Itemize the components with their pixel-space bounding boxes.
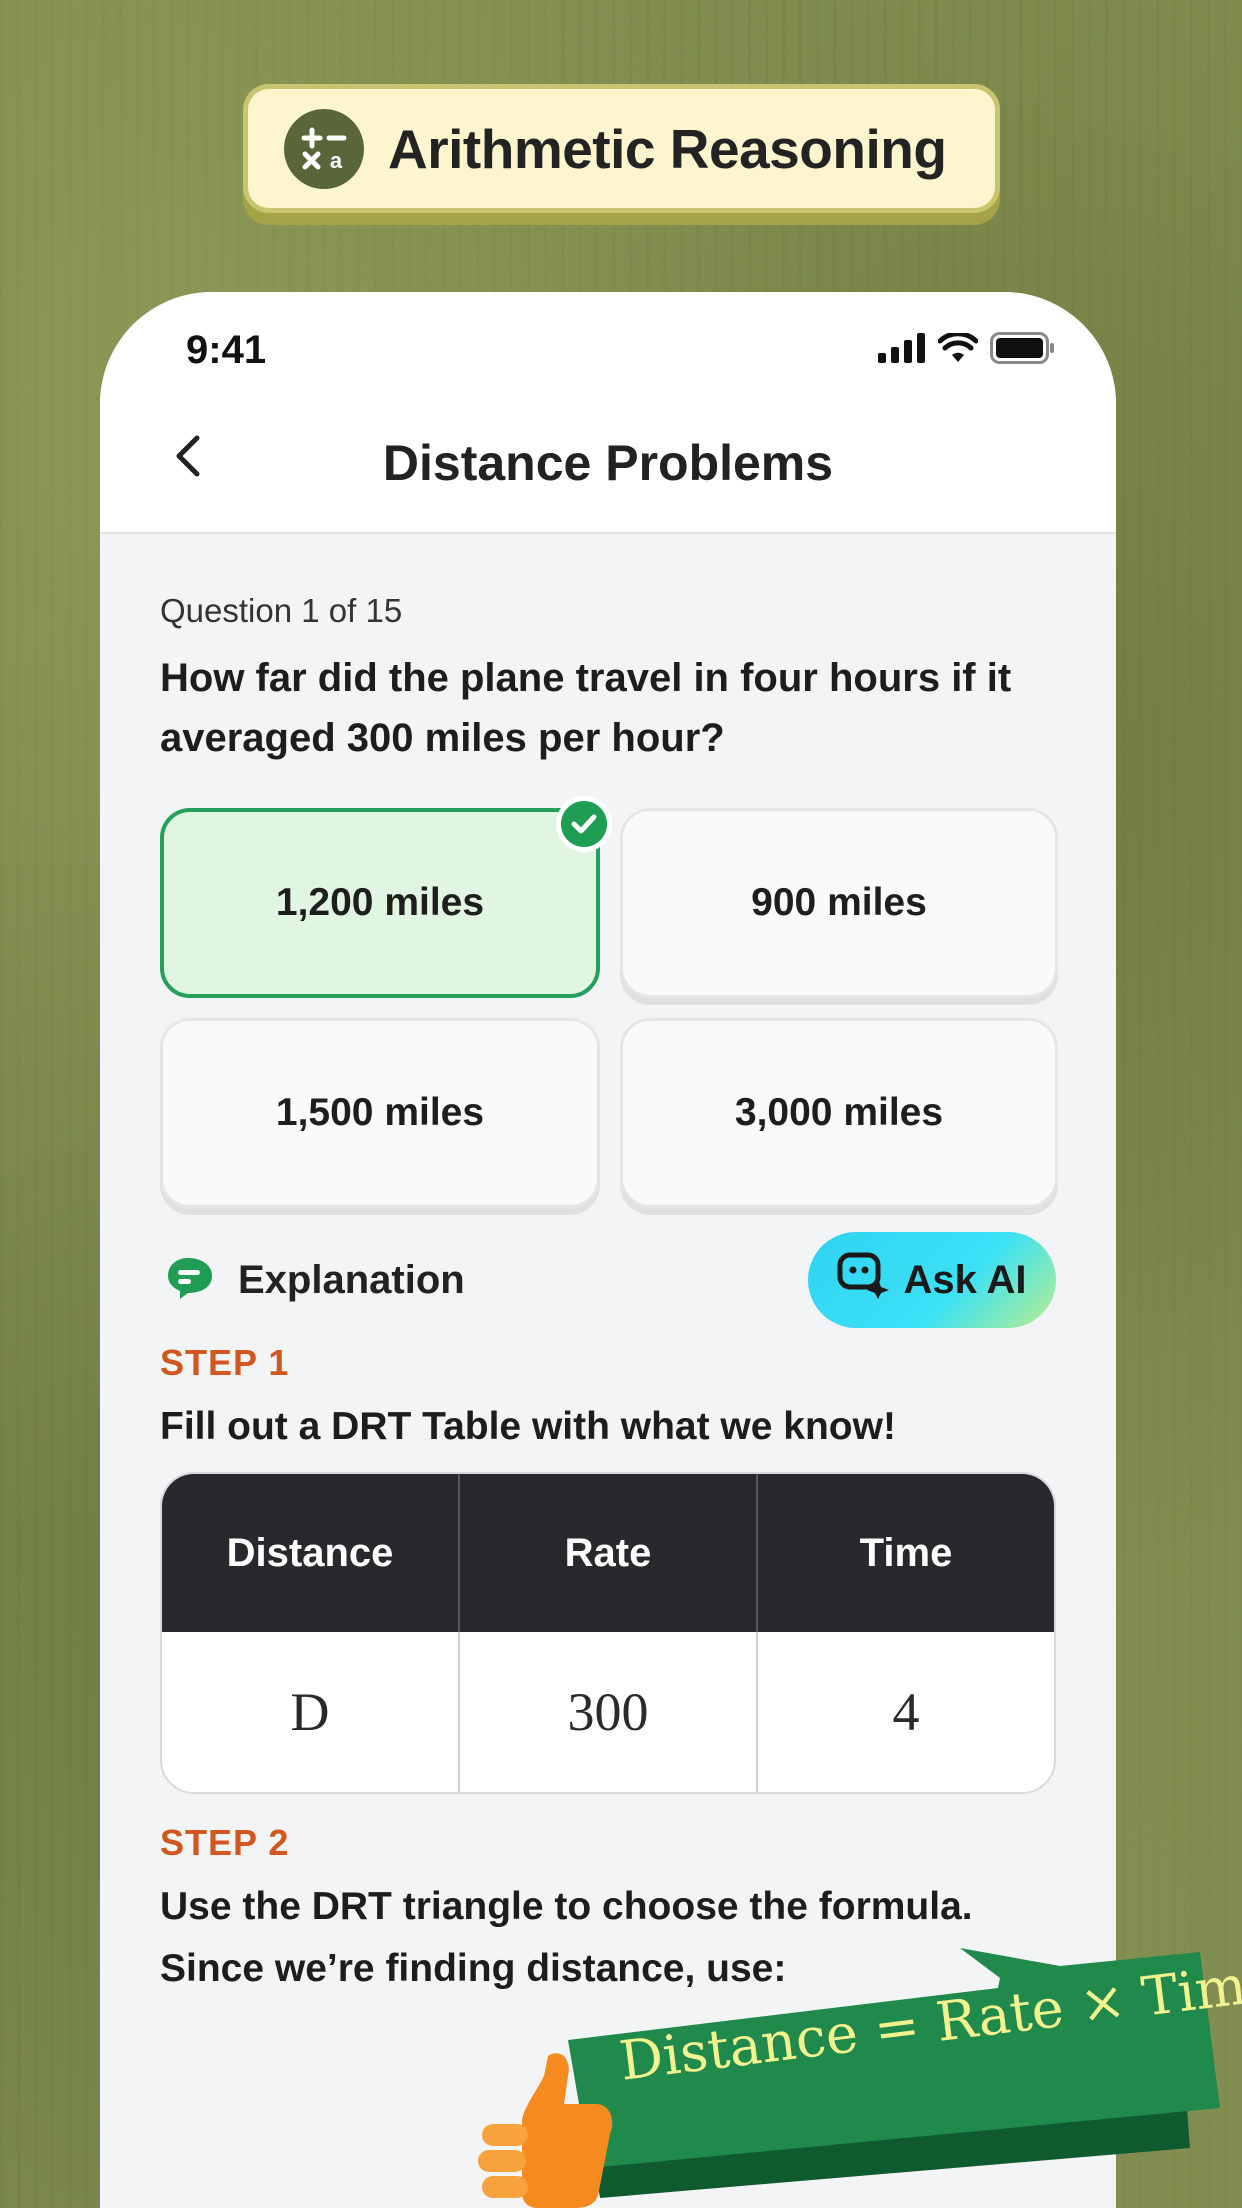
step-1-text: Fill out a DRT Table with what we know! [160, 1405, 896, 1448]
page-title: Distance Problems [382, 435, 834, 491]
category-badge: a Arithmetic Reasoning [243, 84, 1000, 213]
drt-header-time: Time [756, 1474, 1054, 1632]
category-title: Arithmetic Reasoning [388, 117, 947, 180]
app-header: 9:41 Distance Problems [100, 292, 1116, 534]
chat-bubble-icon [166, 1256, 216, 1305]
answer-option[interactable]: 1,500 miles [160, 1018, 600, 1208]
drt-value-rate: 300 [458, 1632, 756, 1792]
thumbs-up-icon [478, 2053, 613, 2208]
ask-ai-label: Ask AI [903, 1257, 1027, 1302]
signal-icon [878, 333, 926, 368]
answer-option-correct[interactable]: 1,200 miles [160, 796, 612, 998]
drt-table-value-row: D 300 4 [162, 1632, 1054, 1792]
answer-label: 1,200 miles [275, 881, 485, 924]
drt-table: Distance Rate Time D 300 4 [160, 1472, 1056, 1794]
answer-option[interactable]: 900 miles [620, 808, 1058, 998]
answer-option[interactable]: 3,000 miles [620, 1018, 1058, 1208]
answer-label: 3,000 miles [734, 1091, 944, 1134]
answer-grid: 1,200 miles 900 miles 1,500 miles 3,000 … [160, 796, 1058, 1208]
step-2-label: STEP 2 [160, 1822, 290, 1863]
drt-header-rate: Rate [458, 1474, 756, 1632]
explanation-label: Explanation [238, 1257, 465, 1302]
explanation-header: Explanation Ask AI [160, 1232, 1056, 1328]
question-content: Question 1 of 15 How far did the plane t… [160, 592, 1058, 2000]
drt-table-header-row: Distance Rate Time [162, 1474, 1054, 1632]
status-icons [878, 331, 1056, 369]
wifi-icon [937, 331, 979, 368]
battery-icon [990, 332, 1056, 369]
explanation-title: Explanation [160, 1256, 465, 1305]
status-time: 9:41 [186, 328, 267, 372]
svg-text:a: a [330, 148, 343, 173]
math-operators-icon: a [284, 108, 364, 189]
question-counter: Question 1 of 15 [160, 592, 403, 629]
step-1-label: STEP 1 [160, 1342, 290, 1383]
ask-ai-button[interactable]: Ask AI [808, 1232, 1056, 1328]
ai-bot-icon [837, 1251, 890, 1309]
drt-header-distance: Distance [162, 1474, 458, 1632]
answer-label: 900 miles [751, 881, 927, 924]
phone-screen: 9:41 Distance Problems Question 1 of 15 … [100, 292, 1116, 2208]
drt-value-time: 4 [756, 1632, 1054, 1792]
question-text: How far did the plane travel in four hou… [160, 656, 1012, 760]
answer-label: 1,500 miles [275, 1091, 485, 1134]
checkmark-icon [556, 796, 612, 852]
drt-value-distance: D [162, 1632, 458, 1792]
